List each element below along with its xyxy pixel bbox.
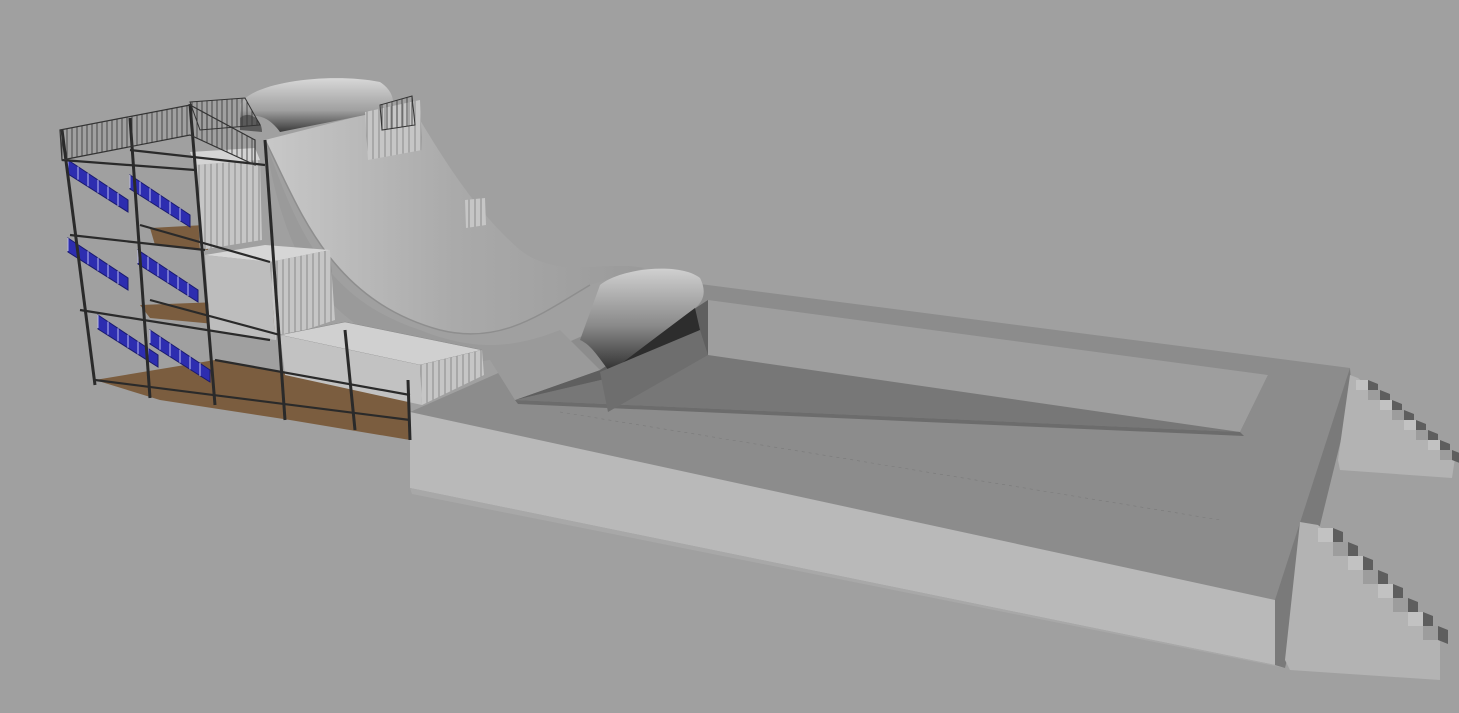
stairs-lower-step bbox=[1423, 626, 1438, 640]
stairs-lower-step bbox=[1318, 528, 1333, 542]
stairs-lower-step bbox=[1393, 598, 1408, 612]
stairs-lower-step bbox=[1408, 612, 1423, 626]
container-middle bbox=[205, 245, 335, 340]
stairs-lower[interactable] bbox=[1285, 522, 1448, 680]
stairs-lower-face bbox=[1285, 522, 1440, 680]
stairs-upper-step bbox=[1392, 410, 1404, 420]
stairs-lower-step bbox=[1333, 542, 1348, 556]
stairs-lower-step bbox=[1363, 570, 1378, 584]
stairs-upper-step bbox=[1368, 390, 1380, 400]
stairs-upper-step bbox=[1356, 380, 1368, 390]
scaffold-post bbox=[406, 379, 412, 441]
stairs-lower-step bbox=[1348, 556, 1363, 570]
stairs-upper-step bbox=[1416, 430, 1428, 440]
stairs-upper-face bbox=[1338, 375, 1455, 478]
stairs-upper[interactable] bbox=[1338, 375, 1459, 478]
stairs-upper-step bbox=[1380, 400, 1392, 410]
stairs-upper-step bbox=[1428, 440, 1440, 450]
3d-viewport[interactable] bbox=[0, 0, 1459, 713]
scaffold-beam bbox=[61, 158, 196, 172]
stairs-lower-step bbox=[1378, 584, 1393, 598]
stairs-upper-step bbox=[1440, 450, 1452, 460]
scene-canvas bbox=[59, 78, 1459, 680]
stairs-upper-step bbox=[1404, 420, 1416, 430]
